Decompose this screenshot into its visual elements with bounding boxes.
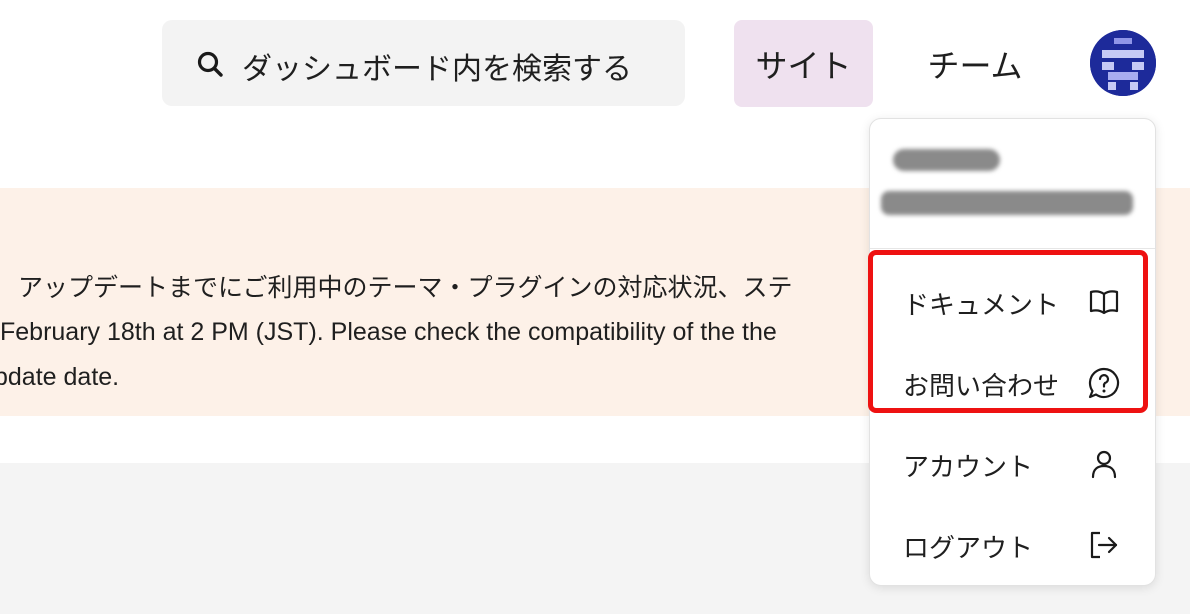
search-placeholder: ダッシュボード内を検索する bbox=[242, 52, 632, 87]
menu-divider bbox=[870, 248, 1155, 249]
search-icon bbox=[197, 51, 223, 77]
notice-line-3: pdate date. bbox=[0, 363, 120, 391]
menu-item-account[interactable]: アカウント bbox=[870, 433, 1155, 493]
help-chat-icon bbox=[1088, 367, 1120, 399]
notice-line-1: アップデートまでにご利用中のテーマ・プラグインの対応状況、ステ bbox=[18, 273, 793, 302]
menu-item-label: アカウント bbox=[903, 453, 1034, 483]
menu-item-logout[interactable]: ログアウト bbox=[870, 514, 1155, 574]
notice-line-2: February 18th at 2 PM (JST). Please chec… bbox=[0, 318, 777, 346]
menu-item-contact[interactable]: お問い合わせ bbox=[870, 352, 1155, 412]
menu-item-label: ドキュメント bbox=[903, 291, 1060, 321]
user-icon bbox=[1091, 450, 1117, 479]
user-dropdown-menu: ドキュメント お問い合わせ アカウント ログアウト bbox=[869, 118, 1156, 586]
user-email-redacted bbox=[881, 191, 1133, 215]
dashboard-search[interactable]: ダッシュボード内を検索する bbox=[162, 20, 685, 106]
book-open-icon bbox=[1089, 290, 1119, 315]
tab-site[interactable]: サイト bbox=[734, 20, 873, 107]
menu-item-documents[interactable]: ドキュメント bbox=[870, 271, 1155, 331]
menu-item-label: ログアウト bbox=[903, 534, 1034, 564]
menu-item-label: お問い合わせ bbox=[903, 372, 1060, 402]
tab-team[interactable]: チーム bbox=[902, 20, 1048, 107]
pixel-avatar-icon bbox=[1090, 30, 1156, 96]
user-avatar-button[interactable] bbox=[1090, 30, 1156, 96]
user-name-redacted bbox=[893, 149, 1000, 171]
logout-icon bbox=[1090, 531, 1118, 559]
